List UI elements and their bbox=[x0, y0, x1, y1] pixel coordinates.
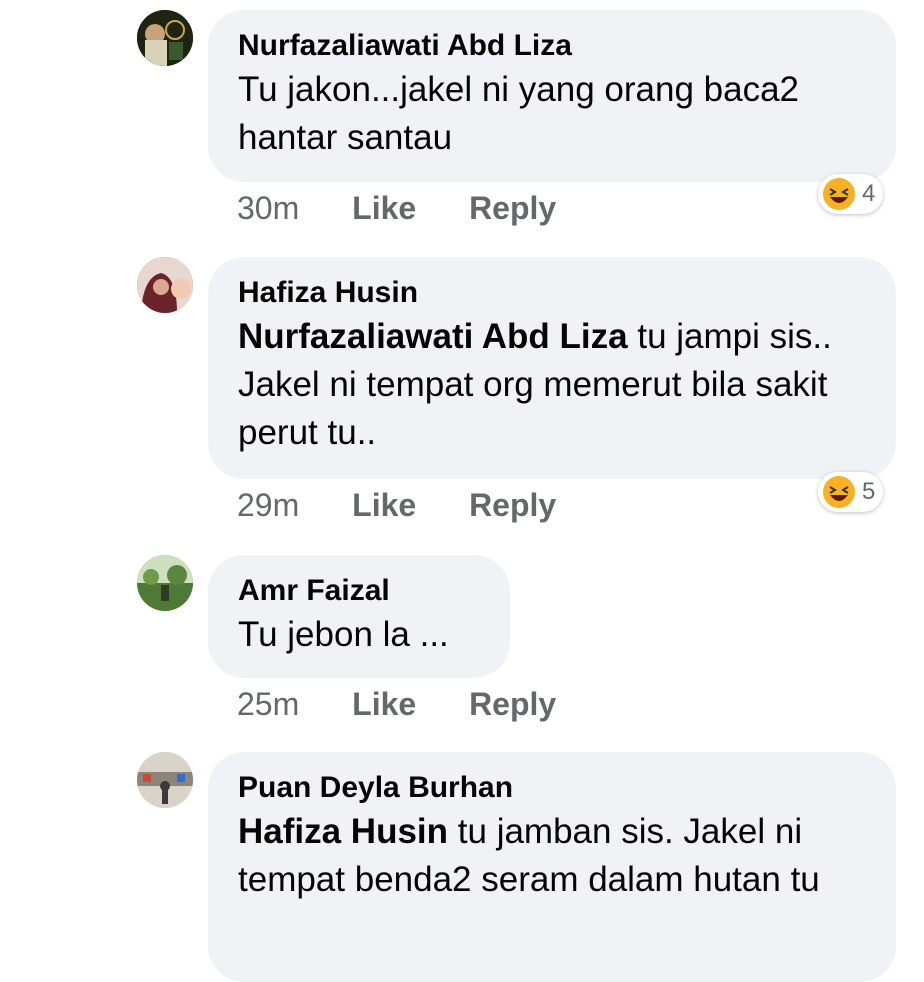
comment-author[interactable]: Nurfazaliawati Abd Liza bbox=[238, 28, 866, 64]
avatar[interactable] bbox=[137, 752, 193, 808]
comment-bubble: Puan Deyla Burhan Hafiza Husin tu jamban… bbox=[208, 752, 896, 982]
reply-button[interactable]: Reply bbox=[469, 686, 556, 723]
haha-icon bbox=[823, 476, 855, 508]
avatar[interactable] bbox=[137, 10, 193, 66]
haha-icon bbox=[823, 178, 855, 210]
comment-timestamp[interactable]: 29m bbox=[237, 487, 299, 524]
comment-author[interactable]: Puan Deyla Burhan bbox=[238, 770, 866, 806]
comment-actions: 30m Like Reply bbox=[237, 190, 600, 227]
avatar-image-icon bbox=[137, 257, 193, 313]
comment-bubble: Hafiza Husin Nurfazaliawati Abd Liza tu … bbox=[208, 257, 896, 479]
like-button[interactable]: Like bbox=[352, 190, 416, 227]
comment-text: Tu jebon la ... bbox=[238, 615, 449, 654]
mention-link[interactable]: Nurfazaliawati Abd Liza bbox=[238, 317, 628, 356]
comment-text: Hafiza Husin tu jamban sis. Jakel ni tem… bbox=[238, 808, 866, 904]
comment-timestamp[interactable]: 25m bbox=[237, 686, 299, 723]
avatar-image-icon bbox=[137, 752, 193, 808]
comment-text: Nurfazaliawati Abd Liza tu jampi sis.. J… bbox=[238, 313, 866, 457]
comment-author[interactable]: Hafiza Husin bbox=[238, 275, 866, 311]
like-button[interactable]: Like bbox=[352, 487, 416, 524]
comment-actions: 25m Like Reply bbox=[237, 686, 600, 723]
comment-bubble: Nurfazaliawati Abd Liza Tu jakon...jakel… bbox=[208, 10, 896, 182]
reaction-badge[interactable]: 5 bbox=[818, 472, 884, 512]
comment-timestamp[interactable]: 30m bbox=[237, 190, 299, 227]
reply-button[interactable]: Reply bbox=[469, 190, 556, 227]
mention-link[interactable]: Hafiza Husin bbox=[238, 812, 448, 851]
reply-button[interactable]: Reply bbox=[469, 487, 556, 524]
avatar[interactable] bbox=[137, 555, 193, 611]
reaction-count: 4 bbox=[862, 180, 876, 207]
like-button[interactable]: Like bbox=[352, 686, 416, 723]
comment-author[interactable]: Amr Faizal bbox=[238, 573, 480, 609]
avatar-image-icon bbox=[137, 10, 193, 66]
avatar[interactable] bbox=[137, 257, 193, 313]
comment-bubble: Amr Faizal Tu jebon la ... bbox=[208, 555, 510, 678]
reaction-badge[interactable]: 4 bbox=[818, 174, 884, 214]
comment-actions: 29m Like Reply bbox=[237, 487, 600, 524]
avatar-image-icon bbox=[137, 555, 193, 611]
comment-text: Tu jakon...jakel ni yang orang baca2 han… bbox=[238, 70, 800, 157]
reaction-count: 5 bbox=[862, 478, 876, 505]
